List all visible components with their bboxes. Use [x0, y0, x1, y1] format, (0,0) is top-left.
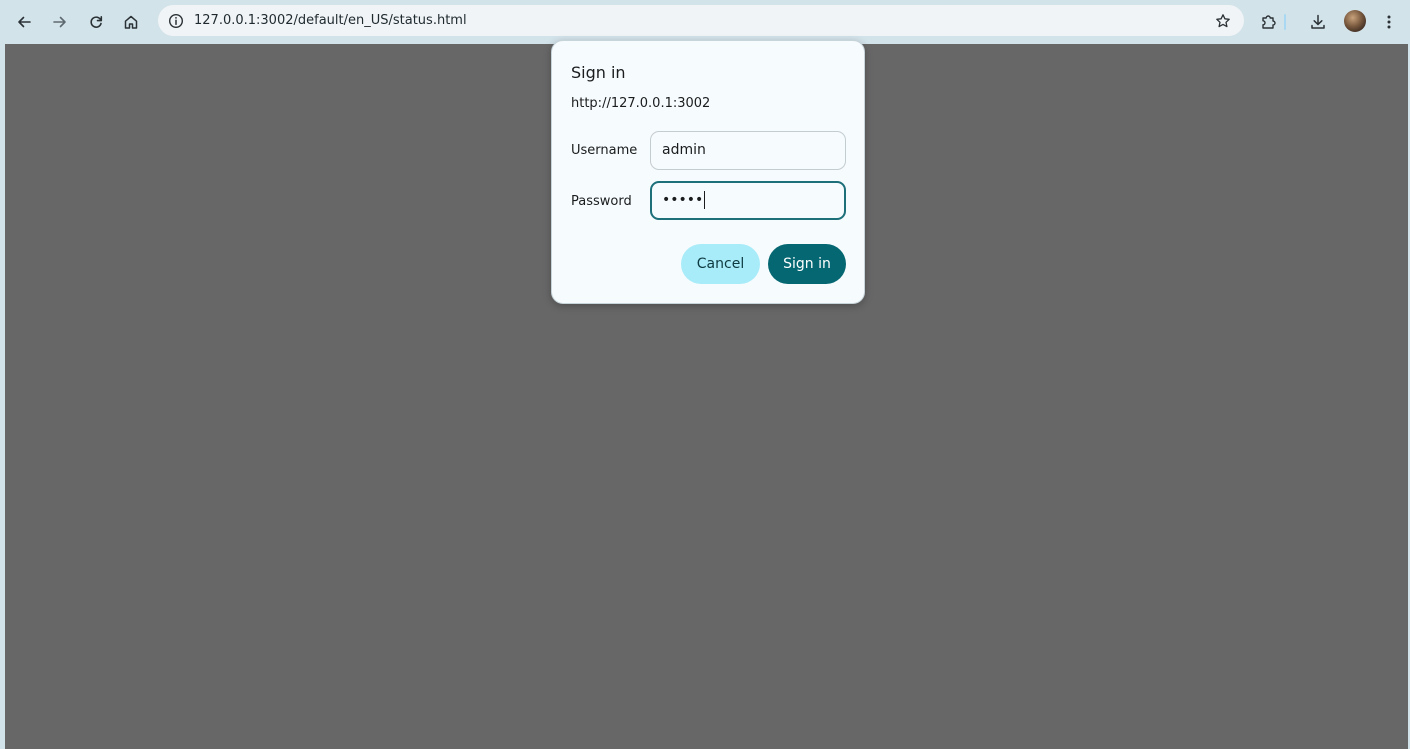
arrow-left-icon [16, 14, 32, 30]
forward-button[interactable] [46, 8, 74, 36]
toolbar-divider [1284, 14, 1286, 30]
info-icon[interactable] [164, 9, 188, 33]
username-field[interactable]: admin [650, 131, 846, 170]
username-value: admin [662, 142, 706, 158]
back-button[interactable] [10, 8, 38, 36]
dialog-origin: http://127.0.0.1:3002 [571, 96, 711, 111]
home-button[interactable] [117, 8, 145, 36]
address-bar[interactable]: 127.0.0.1:3002/default/en_US/status.html [158, 5, 1244, 36]
url-text[interactable]: 127.0.0.1:3002/default/en_US/status.html [194, 5, 467, 36]
puzzle-icon [1260, 13, 1278, 31]
username-label: Username [571, 143, 638, 158]
password-field[interactable]: ••••• [650, 181, 846, 220]
kebab-menu-icon [1386, 14, 1392, 30]
avatar[interactable] [1344, 10, 1366, 32]
text-caret [704, 191, 706, 209]
reload-icon [88, 14, 104, 30]
arrow-right-icon [52, 14, 68, 30]
reload-button[interactable] [82, 8, 110, 36]
cancel-button[interactable]: Cancel [681, 244, 760, 284]
password-value: ••••• [662, 192, 704, 208]
menu-button[interactable] [1375, 8, 1403, 36]
star-icon[interactable] [1212, 10, 1234, 32]
home-icon [123, 14, 139, 30]
extensions-button[interactable] [1255, 8, 1283, 36]
downloads-button[interactable] [1304, 8, 1332, 36]
browser-toolbar: 127.0.0.1:3002/default/en_US/status.html [0, 0, 1410, 44]
download-icon [1309, 13, 1327, 31]
password-label: Password [571, 194, 632, 209]
dialog-title: Sign in [571, 63, 626, 82]
sign-in-button[interactable]: Sign in [768, 244, 846, 284]
sign-in-dialog: Sign in http://127.0.0.1:3002 Username a… [551, 40, 865, 304]
